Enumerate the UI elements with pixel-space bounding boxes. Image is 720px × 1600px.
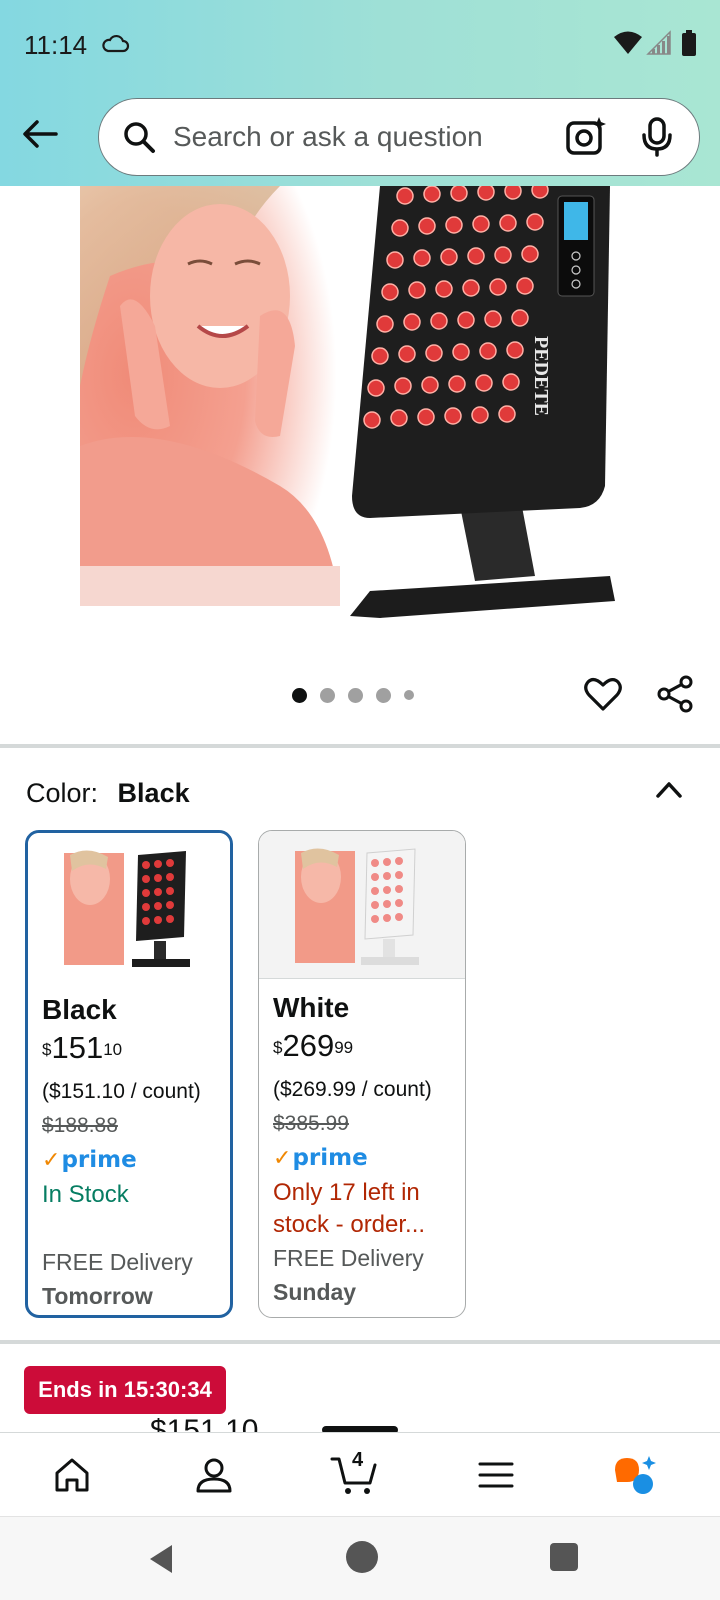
delivery-label: FREE Delivery (42, 1249, 193, 1275)
nav-cart-button[interactable]: 4 (330, 1449, 378, 1499)
wishlist-button[interactable] (583, 674, 623, 714)
variant-name: White (273, 992, 350, 1023)
variant-price: $26999 (273, 1028, 354, 1063)
variant-list-price: $188.88 (42, 1114, 118, 1137)
stock-status: Only 17 left in stock - order... (273, 1179, 426, 1238)
product-image[interactable]: PEDETE (80, 186, 640, 618)
nav-menu-button[interactable] (472, 1451, 520, 1499)
variant-unit-price: ($151.10 / count) (42, 1080, 201, 1103)
color-selector-heading: Color: Black (26, 778, 190, 809)
selected-color-value: Black (117, 778, 190, 808)
carousel-dot[interactable] (404, 690, 414, 700)
wifi-icon (614, 31, 642, 54)
image-carousel-dots[interactable] (292, 686, 414, 704)
variant-price: $15110 (42, 1030, 123, 1065)
section-divider (0, 1340, 720, 1344)
product-brand-text: PEDETE (530, 336, 552, 416)
system-navigation-bar (0, 1516, 720, 1600)
user-icon (196, 1458, 232, 1493)
cloud-icon (102, 34, 130, 53)
stock-status: In Stock (42, 1181, 129, 1208)
section-divider (0, 744, 720, 748)
color-variant-black[interactable]: Black $15110 ($151.10 / count) $188.88 ✓… (25, 830, 233, 1318)
share-icon (657, 675, 693, 713)
nav-home-button[interactable] (48, 1451, 96, 1499)
system-recents-icon[interactable] (550, 1543, 578, 1571)
signal-icon (646, 30, 671, 55)
status-time: 11:14 (24, 30, 88, 60)
system-back-icon[interactable] (144, 1541, 180, 1577)
search-icon (124, 122, 155, 153)
carousel-dot[interactable] (376, 687, 391, 703)
camera-lens-icon[interactable] (565, 115, 607, 157)
nav-account-button[interactable] (190, 1451, 238, 1499)
share-button[interactable] (655, 674, 695, 714)
variant-thumbnail (259, 831, 465, 979)
menu-icon (478, 1462, 514, 1488)
system-home-icon[interactable] (346, 1541, 378, 1573)
nav-rufus-button[interactable] (612, 1451, 660, 1499)
battery-icon (682, 30, 696, 56)
delivery-day: Sunday (273, 1279, 357, 1305)
search-box[interactable] (98, 98, 700, 176)
carousel-dot[interactable] (348, 687, 363, 703)
deal-countdown-badge: Ends in 15:30:34 (24, 1366, 226, 1414)
heart-icon (584, 678, 622, 711)
arrow-left-icon (23, 120, 58, 148)
variant-thumbnail (28, 833, 230, 981)
prime-badge: ✓ prime (273, 1145, 368, 1171)
bottom-navigation: 4 (0, 1432, 720, 1516)
carousel-dot[interactable] (292, 687, 307, 703)
back-button[interactable] (18, 112, 62, 156)
search-input[interactable] (173, 115, 513, 159)
delivery-label: FREE Delivery (273, 1245, 424, 1271)
chevron-up-icon (656, 782, 682, 798)
prime-check-icon: ✓ (42, 1147, 61, 1172)
variant-list-price: $385.99 (273, 1112, 349, 1135)
deal-price-partial: $151.10 (150, 1414, 259, 1434)
microphone-icon[interactable] (639, 117, 675, 157)
prime-check-icon: ✓ (273, 1145, 292, 1170)
rufus-assistant-icon (615, 1456, 656, 1494)
color-variant-white[interactable]: White $26999 ($269.99 / count) $385.99 ✓… (258, 830, 466, 1318)
cart-count-badge: 4 (352, 1449, 364, 1471)
variant-unit-price: ($269.99 / count) (273, 1078, 432, 1101)
prime-badge: ✓ prime (42, 1147, 137, 1173)
color-label: Color: (26, 778, 99, 808)
delivery-day: Tomorrow (42, 1283, 153, 1309)
carousel-dot[interactable] (320, 687, 335, 703)
status-bar: 11:14 (0, 0, 720, 90)
home-icon (55, 1458, 89, 1492)
collapse-button[interactable] (652, 774, 686, 804)
variant-name: Black (42, 994, 117, 1025)
